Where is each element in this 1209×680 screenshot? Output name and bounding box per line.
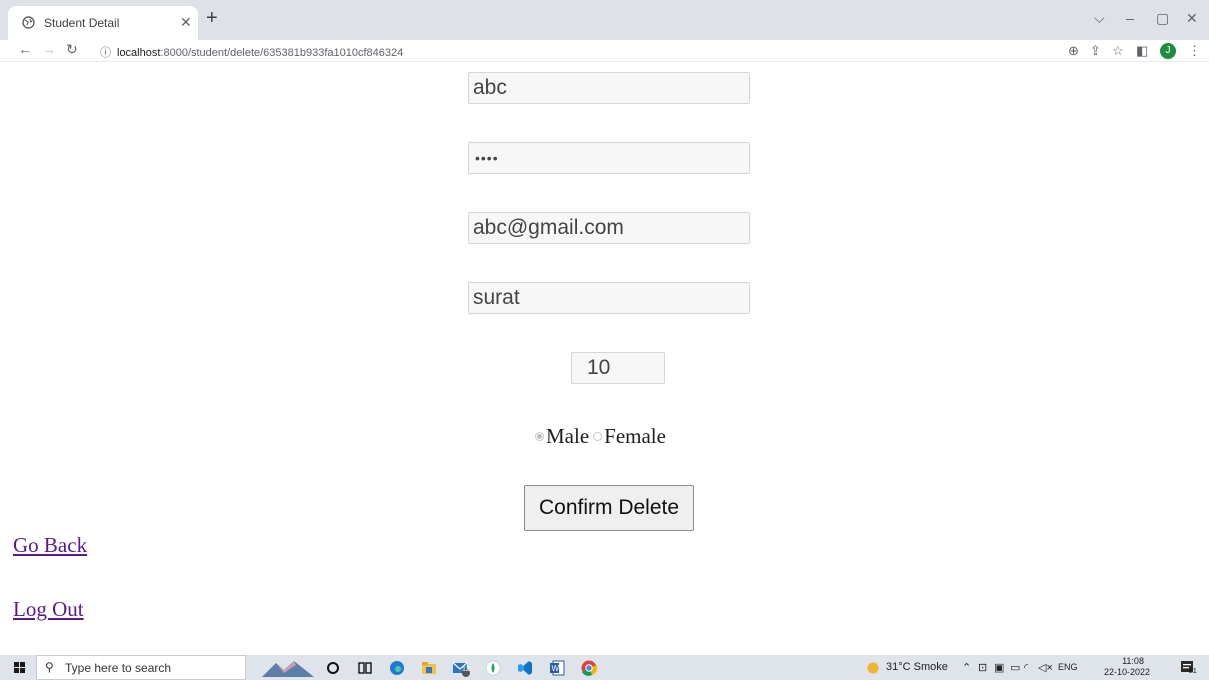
- password-input[interactable]: [468, 142, 750, 174]
- battery-icon[interactable]: ▭: [1010, 661, 1020, 674]
- maximize-icon[interactable]: ▢: [1156, 10, 1169, 27]
- wifi-icon[interactable]: ◜: [1024, 661, 1028, 674]
- male-label: Male: [546, 424, 590, 448]
- url-field[interactable]: ⓘ localhost:8000/student/delete/635381b93…: [100, 44, 403, 60]
- menu-dots-icon[interactable]: ⋮: [1188, 43, 1201, 59]
- vscode-icon[interactable]: [516, 659, 534, 677]
- gender-radio-group: Male Female: [535, 424, 670, 449]
- tray-app-icon[interactable]: ⊡: [978, 661, 987, 674]
- clock[interactable]: 11:08 22-10-2022: [1104, 656, 1150, 678]
- forward-arrow-icon[interactable]: →: [42, 41, 56, 57]
- globe-icon: [22, 16, 35, 29]
- word-icon[interactable]: W: [548, 659, 566, 677]
- city-input[interactable]: [468, 282, 750, 314]
- taskbar: ⚲ Type here to search 12 W 31°C Smoke ⌃ …: [0, 655, 1209, 680]
- weather-text[interactable]: 31°C Smoke: [886, 661, 948, 673]
- chrome-icon[interactable]: [580, 659, 598, 677]
- tab-bar: Student Detail ✕ + ⌵ – ▢ ✕: [0, 0, 1209, 40]
- file-explorer-icon[interactable]: [420, 659, 438, 677]
- female-label: Female: [604, 424, 666, 448]
- mongodb-icon[interactable]: [484, 659, 502, 677]
- windows-start-icon[interactable]: [14, 662, 26, 674]
- url-path: :8000/student/delete/635381b933fa1010cf8…: [160, 47, 404, 59]
- tray-network-icon[interactable]: ▣: [994, 661, 1004, 674]
- zoom-icon[interactable]: ⊕: [1068, 43, 1079, 59]
- email-input[interactable]: [468, 212, 750, 244]
- bookmark-star-icon[interactable]: ☆: [1112, 43, 1124, 59]
- tab-title: Student Detail: [44, 16, 120, 30]
- volume-icon[interactable]: ◁×: [1038, 661, 1053, 674]
- weather-sun-icon: [867, 662, 879, 674]
- share-icon[interactable]: ⇪: [1090, 43, 1101, 59]
- clock-time: 11:08: [1122, 656, 1144, 666]
- taskbar-search[interactable]: ⚲ Type here to search: [36, 655, 246, 680]
- language-indicator[interactable]: ENG: [1058, 662, 1078, 672]
- minimize-icon[interactable]: –: [1126, 10, 1134, 26]
- reload-icon[interactable]: ↻: [66, 41, 78, 58]
- close-window-icon[interactable]: ✕: [1186, 10, 1198, 27]
- browser-tab[interactable]: Student Detail ✕: [8, 6, 198, 40]
- male-radio[interactable]: [535, 432, 544, 441]
- url-host: localhost: [117, 47, 161, 59]
- search-icon: ⚲: [45, 660, 54, 674]
- info-icon[interactable]: ⓘ: [100, 47, 111, 59]
- edge-icon[interactable]: [388, 659, 406, 677]
- confirm-delete-button[interactable]: Confirm Delete: [524, 485, 694, 531]
- name-input[interactable]: [468, 72, 750, 104]
- task-view-icon[interactable]: [356, 659, 374, 677]
- female-radio[interactable]: [593, 432, 603, 441]
- side-panel-icon[interactable]: ◧: [1136, 43, 1148, 59]
- search-placeholder: Type here to search: [65, 661, 172, 675]
- clock-date: 22-10-2022: [1104, 667, 1151, 677]
- go-back-link[interactable]: Go Back: [13, 533, 87, 558]
- profile-avatar[interactable]: J: [1160, 43, 1176, 59]
- new-tab-icon[interactable]: +: [206, 7, 218, 30]
- chevron-down-icon[interactable]: ⌵: [1094, 10, 1105, 27]
- mail-badge: 12: [462, 666, 470, 673]
- cortana-icon[interactable]: [324, 659, 342, 677]
- number-input[interactable]: [571, 352, 665, 384]
- chevron-up-icon[interactable]: ⌃: [962, 661, 971, 674]
- back-arrow-icon[interactable]: ←: [18, 41, 32, 57]
- notification-count: 21: [1189, 668, 1197, 675]
- svg-text:W: W: [552, 664, 560, 673]
- close-tab-icon[interactable]: ✕: [180, 14, 192, 31]
- log-out-link[interactable]: Log Out: [13, 597, 84, 622]
- widget-landscape-icon[interactable]: [262, 659, 314, 677]
- address-bar: ← → ↻ ⓘ localhost:8000/student/delete/635…: [0, 40, 1209, 62]
